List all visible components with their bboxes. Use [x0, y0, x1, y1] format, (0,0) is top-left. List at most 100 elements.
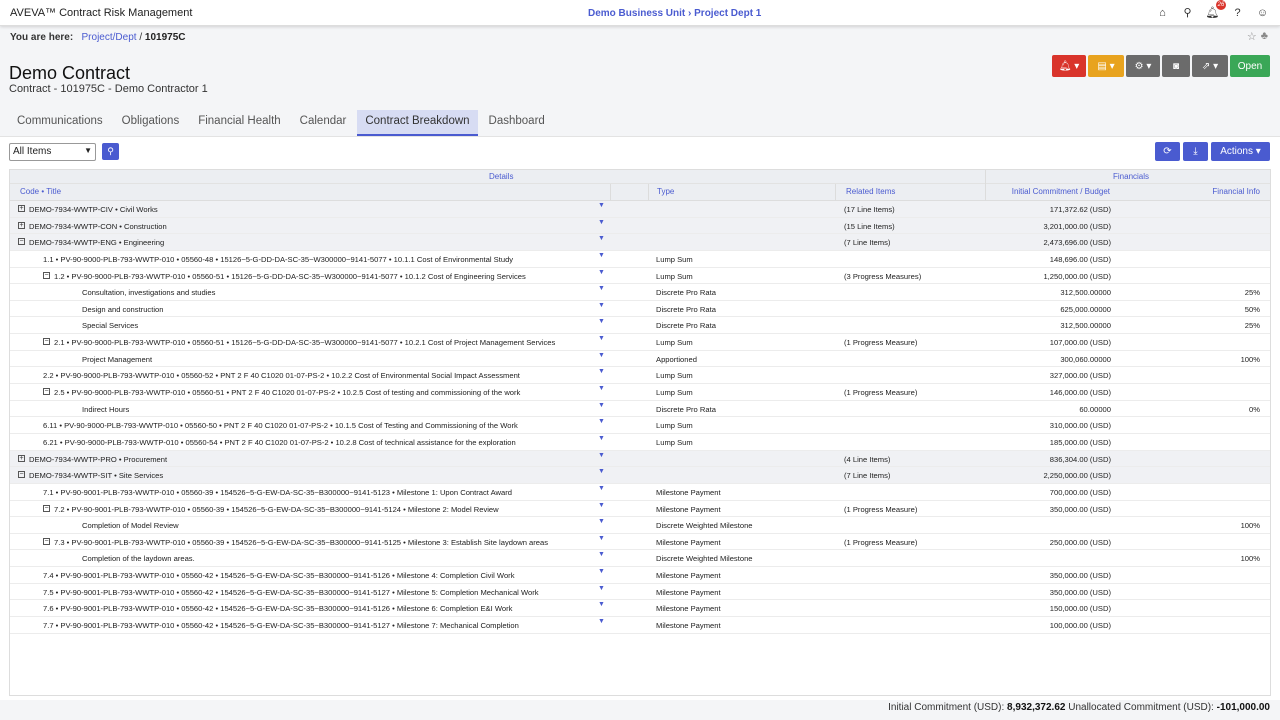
group-row[interactable]: + DEMO-7934-WWTP-PRO • Procurement ▼ (4 Lin…: [10, 450, 1270, 468]
row-menu-caret-icon[interactable]: ▼: [598, 435, 605, 442]
table-row[interactable]: Project Management ▼ Apportioned 300,060.00…: [10, 351, 1270, 368]
row-menu-caret-icon[interactable]: ▼: [598, 219, 605, 226]
settings-button[interactable]: ⚙ ▾: [1126, 55, 1160, 77]
group-row[interactable]: − DEMO-7934-WWTP-SIT • Site Services ▼ (7 L…: [10, 467, 1270, 484]
search-icon[interactable]: ⚲: [1180, 5, 1195, 20]
table-row[interactable]: −2.5 • PV-90-9000-PLB-793-WWTP-010 • 055…: [10, 384, 1270, 401]
search-button[interactable]: ⚲: [102, 143, 119, 160]
table-row[interactable]: 7.4 • PV-90-9001-PLB-793-WWTP-010 • 0556…: [10, 567, 1270, 584]
financials-group-header: Financials: [1113, 172, 1150, 181]
table-row[interactable]: Special Services ▼ Discrete Pro Rata 312,50…: [10, 317, 1270, 335]
table-row[interactable]: 7.5 • PV-90-9001-PLB-793-WWTP-010 • 0556…: [10, 584, 1270, 601]
row-menu-caret-icon[interactable]: ▼: [598, 601, 605, 608]
row-menu-caret-icon[interactable]: ▼: [598, 485, 605, 492]
row-type: Lump Sum: [656, 421, 693, 431]
bell-icon[interactable]: 🔔︎ 26: [1205, 0, 1226, 20]
home-icon[interactable]: ⌂: [1155, 5, 1170, 20]
group-row[interactable]: + DEMO-7934-WWTP-CON • Construction ▼ (15 L…: [10, 217, 1270, 235]
table-row[interactable]: 2.2 • PV-90-9000-PLB-793-WWTP-010 • 0556…: [10, 367, 1270, 385]
row-code-title: 7.2 • PV-90-9001-PLB-793-WWTP-010 • 0556…: [54, 504, 499, 514]
collapse-icon[interactable]: −: [43, 537, 50, 545]
collapse-icon[interactable]: −: [18, 238, 25, 246]
breadcrumb-parent-link[interactable]: Project/Dept: [82, 32, 137, 43]
row-menu-caret-icon[interactable]: ▼: [598, 468, 605, 475]
user-icon[interactable]: ☺: [1255, 5, 1270, 20]
view-button[interactable]: ▤ ▾: [1088, 55, 1124, 77]
table-row[interactable]: 1.1 • PV-90-9000-PLB-793-WWTP-010 • 0556…: [10, 251, 1270, 268]
table-row[interactable]: Consultation, investigations and studies…: [10, 284, 1270, 301]
row-menu-caret-icon[interactable]: ▼: [598, 535, 605, 542]
row-menu-caret-icon[interactable]: ▼: [598, 352, 605, 359]
refresh-button[interactable]: ⟳: [1155, 142, 1180, 161]
actions-button[interactable]: Actions ▾: [1211, 142, 1270, 161]
collapse-icon[interactable]: −: [43, 338, 50, 346]
row-code-title: DEMO-7934-WWTP-PRO • Procurement: [29, 454, 168, 464]
help-icon[interactable]: ?: [1230, 5, 1245, 20]
row-financial-info: 25%: [1244, 288, 1260, 298]
table-row[interactable]: Design and construction ▼ Discrete Pro Rat…: [10, 301, 1270, 318]
tab-obligations[interactable]: Obligations: [114, 110, 188, 136]
table-row[interactable]: −2.1 • PV-90-9000-PLB-793-WWTP-010 • 055…: [10, 334, 1270, 351]
col-type[interactable]: Type: [657, 187, 674, 196]
row-menu-caret-icon[interactable]: ▼: [598, 285, 605, 292]
table-row[interactable]: 6.21 • PV-90-9000-PLB-793-WWTP-010 • 055…: [10, 434, 1270, 451]
star-icon[interactable]: ☆: [1247, 30, 1257, 43]
row-menu-caret-icon[interactable]: ▼: [598, 302, 605, 309]
row-menu-caret-icon[interactable]: ▼: [598, 618, 605, 625]
download-button[interactable]: ⤓: [1183, 142, 1208, 161]
row-menu-caret-icon[interactable]: ▼: [598, 502, 605, 509]
row-menu-caret-icon[interactable]: ▼: [598, 385, 605, 392]
row-code-title: 2.2 • PV-90-9000-PLB-793-WWTP-010 • 0556…: [43, 371, 520, 381]
collapse-icon[interactable]: −: [43, 504, 50, 512]
row-menu-caret-icon[interactable]: ▼: [598, 402, 605, 409]
row-menu-caret-icon[interactable]: ▼: [598, 318, 605, 325]
row-menu-caret-icon[interactable]: ▼: [598, 335, 605, 342]
table-row[interactable]: 7.6 • PV-90-9001-PLB-793-WWTP-010 • 0556…: [10, 600, 1270, 618]
row-menu-caret-icon[interactable]: ▼: [598, 202, 605, 209]
expand-icon[interactable]: +: [18, 221, 25, 229]
item-filter-select[interactable]: All Items ▼: [9, 143, 96, 161]
business-unit-link[interactable]: Demo Business Unit › Project Dept 1: [588, 8, 761, 19]
row-menu-caret-icon[interactable]: ▼: [598, 452, 605, 459]
col-code-title[interactable]: Code • Title: [20, 187, 61, 196]
tab-communications[interactable]: Communications: [9, 110, 111, 136]
row-menu-caret-icon[interactable]: ▼: [598, 235, 605, 242]
col-initial-commitment[interactable]: Initial Commitment / Budget: [1012, 187, 1110, 196]
table-row[interactable]: Indirect Hours ▼ Discrete Pro Rata 60.00000…: [10, 401, 1270, 418]
row-menu-caret-icon[interactable]: ▼: [598, 568, 605, 575]
table-row[interactable]: 7.1 • PV-90-9001-PLB-793-WWTP-010 • 0556…: [10, 484, 1270, 501]
grid-column-header: Code • Title Type Related Items Initial …: [10, 184, 1270, 201]
tab-financial-health[interactable]: Financial Health: [190, 110, 288, 136]
table-row[interactable]: −1.2 • PV-90-9000-PLB-793-WWTP-010 • 055…: [10, 268, 1270, 285]
collapse-icon[interactable]: −: [18, 471, 25, 479]
table-row[interactable]: Completion of the laydown areas. ▼ Discret…: [10, 550, 1270, 568]
expand-icon[interactable]: +: [18, 454, 25, 462]
group-row[interactable]: + DEMO-7934-WWTP-CIV • Civil Works ▼ (17 Li…: [10, 201, 1270, 218]
expand-icon[interactable]: +: [18, 205, 25, 212]
status-open-button[interactable]: Open: [1230, 55, 1270, 77]
table-row[interactable]: 6.11 • PV-90-9000-PLB-793-WWTP-010 • 055…: [10, 417, 1270, 434]
tab-contract-breakdown[interactable]: Contract Breakdown: [357, 110, 478, 136]
table-row[interactable]: 7.7 • PV-90-9001-PLB-793-WWTP-010 • 0556…: [10, 617, 1270, 634]
row-menu-caret-icon[interactable]: ▼: [598, 269, 605, 276]
tab-dashboard[interactable]: Dashboard: [481, 110, 553, 136]
row-menu-caret-icon[interactable]: ▼: [598, 518, 605, 525]
row-menu-caret-icon[interactable]: ▼: [598, 368, 605, 375]
table-row[interactable]: −7.3 • PV-90-9001-PLB-793-WWTP-010 • 055…: [10, 534, 1270, 551]
alert-button[interactable]: 🔔︎ ▾: [1052, 55, 1086, 77]
col-related-items[interactable]: Related Items: [846, 187, 895, 196]
group-row[interactable]: − DEMO-7934-WWTP-ENG • Engineering ▼ (7 Lin…: [10, 234, 1270, 251]
row-menu-caret-icon[interactable]: ▼: [598, 551, 605, 558]
tab-calendar[interactable]: Calendar: [292, 110, 355, 136]
row-menu-caret-icon[interactable]: ▼: [598, 252, 605, 259]
table-row[interactable]: Completion of Model Review ▼ Discrete Weig…: [10, 517, 1270, 534]
collapse-icon[interactable]: −: [43, 388, 50, 396]
row-menu-caret-icon[interactable]: ▼: [598, 418, 605, 425]
row-menu-caret-icon[interactable]: ▼: [598, 585, 605, 592]
export-button[interactable]: ⇗ ▾: [1192, 55, 1228, 77]
tree-icon[interactable]: ♣: [1261, 30, 1268, 43]
collapse-icon[interactable]: −: [43, 271, 50, 279]
table-row[interactable]: −7.2 • PV-90-9001-PLB-793-WWTP-010 • 055…: [10, 501, 1270, 518]
col-financial-info[interactable]: Financial Info: [1212, 187, 1260, 196]
snapshot-button[interactable]: ◙: [1162, 55, 1190, 77]
